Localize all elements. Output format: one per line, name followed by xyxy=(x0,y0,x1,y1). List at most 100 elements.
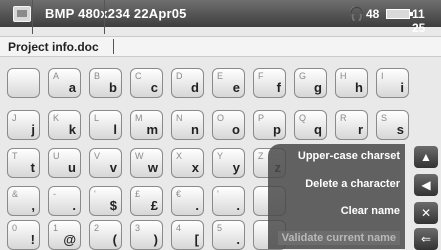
key-shifted-char: U xyxy=(53,151,60,161)
back-arrow-icon[interactable]: ⇐ xyxy=(414,228,438,250)
key[interactable]: Ff xyxy=(253,68,286,98)
key[interactable]: Ii xyxy=(376,68,409,98)
menu-item-upper-case[interactable]: Upper-case charset xyxy=(298,150,400,162)
status-bar: BMP 480x234 22Apr05 🎧 48 11 25 xyxy=(0,0,441,35)
key[interactable]: Jj xyxy=(7,110,40,140)
key[interactable]: Qq xyxy=(294,110,327,140)
menu-item-validate-name[interactable]: Validate current name xyxy=(277,231,400,245)
key-shifted-char: 1 xyxy=(53,223,59,233)
key-shifted-char: H xyxy=(340,71,347,81)
key[interactable]: £ £ xyxy=(130,186,163,216)
key[interactable]: Aa xyxy=(48,68,81,98)
key[interactable]: '. xyxy=(212,186,245,216)
clock: 11 25 xyxy=(412,7,426,35)
key[interactable]: -. xyxy=(48,186,81,216)
key[interactable]: Yy xyxy=(212,148,245,178)
key-char: . xyxy=(236,198,240,213)
close-icon[interactable]: ✕ xyxy=(414,202,438,224)
key[interactable]: ' $ xyxy=(89,186,122,216)
key-char: l xyxy=(113,122,117,137)
context-menu: Upper-case charset Delete a character Cl… xyxy=(268,144,405,249)
key-char: d xyxy=(191,80,199,95)
key-char: ! xyxy=(30,232,35,247)
key-char: w xyxy=(147,160,158,175)
key-shifted-char: I xyxy=(381,71,384,81)
key[interactable]: 0! xyxy=(7,220,40,250)
left-arrow-icon[interactable]: ◀ xyxy=(414,174,438,196)
text-caret xyxy=(113,39,114,54)
key[interactable]: Hh xyxy=(335,68,368,98)
key-shifted-char: R xyxy=(340,113,347,123)
key-char: o xyxy=(232,122,240,137)
key[interactable]: Ee xyxy=(212,68,245,98)
key[interactable]: &, xyxy=(7,186,40,216)
key-shifted-char: B xyxy=(94,71,101,81)
key-shifted-char: J xyxy=(12,113,17,123)
status-title: BMP 480x234 22Apr05 xyxy=(45,6,187,21)
battery-icon xyxy=(386,9,413,19)
key-char: u xyxy=(68,160,76,175)
key-shifted-char: C xyxy=(135,71,142,81)
key-shifted-char: S xyxy=(381,113,388,123)
key-char: n xyxy=(191,122,199,137)
key[interactable]: 4[ xyxy=(171,220,204,250)
key-shifted-char: 0 xyxy=(12,223,18,233)
pointer-line-1 xyxy=(32,0,33,34)
key[interactable]: Cc xyxy=(130,68,163,98)
key[interactable]: Rr xyxy=(335,110,368,140)
key-char: q xyxy=(314,122,322,137)
filename-field[interactable]: Project info.doc xyxy=(0,36,441,57)
key-shifted-char: P xyxy=(258,113,265,123)
key[interactable]: Oo xyxy=(212,110,245,140)
key-char: , xyxy=(31,198,35,213)
key[interactable]: Gg xyxy=(294,68,327,98)
key[interactable]: Dd xyxy=(171,68,204,98)
key[interactable]: 2( xyxy=(89,220,122,250)
key[interactable]: 3) xyxy=(130,220,163,250)
key[interactable]: Uu xyxy=(48,148,81,178)
key-char: f xyxy=(276,80,281,95)
key[interactable]: Ww xyxy=(130,148,163,178)
key-char: $ xyxy=(109,198,117,213)
key-shifted-char: 3 xyxy=(135,223,141,233)
key[interactable] xyxy=(7,68,40,98)
key[interactable]: Nn xyxy=(171,110,204,140)
key-char: t xyxy=(30,160,35,175)
key-shifted-char: E xyxy=(217,71,224,81)
menu-item-delete-char[interactable]: Delete a character xyxy=(305,178,400,190)
key-shifted-char: G xyxy=(299,71,307,81)
key[interactable]: Vv xyxy=(89,148,122,178)
key-char: £ xyxy=(150,198,158,213)
key-shifted-char: A xyxy=(53,71,60,81)
key-char: . xyxy=(236,232,240,247)
key[interactable]: Mm xyxy=(130,110,163,140)
menu-item-clear-name[interactable]: Clear name xyxy=(341,205,400,217)
key-shifted-char: 5 xyxy=(217,223,223,233)
key-char: . xyxy=(195,198,199,213)
key[interactable]: Bb xyxy=(89,68,122,98)
key-shifted-char: D xyxy=(176,71,183,81)
key[interactable]: €. xyxy=(171,186,204,216)
key-char: e xyxy=(232,80,240,95)
key-shifted-char: W xyxy=(135,151,144,161)
key[interactable]: 5. xyxy=(212,220,245,250)
key-shifted-char: O xyxy=(217,113,225,123)
key-char: ) xyxy=(153,232,158,247)
key-shifted-char: 2 xyxy=(94,223,100,233)
key[interactable]: Xx xyxy=(171,148,204,178)
key-char: s xyxy=(396,122,404,137)
key-shifted-char: - xyxy=(53,189,56,199)
key[interactable]: Tt xyxy=(7,148,40,178)
key[interactable]: Kk xyxy=(48,110,81,140)
key-char: k xyxy=(68,122,76,137)
key[interactable]: Pp xyxy=(253,110,286,140)
volume-level: 48 xyxy=(366,7,380,21)
key-char: @ xyxy=(63,232,76,247)
key[interactable]: Ss xyxy=(376,110,409,140)
up-arrow-icon[interactable]: ▲ xyxy=(414,146,438,168)
key-shifted-char: K xyxy=(53,113,60,123)
key-char: x xyxy=(191,160,199,175)
key[interactable]: 1 @ xyxy=(48,220,81,250)
key[interactable]: Ll xyxy=(89,110,122,140)
key-shifted-char: Y xyxy=(217,151,224,161)
